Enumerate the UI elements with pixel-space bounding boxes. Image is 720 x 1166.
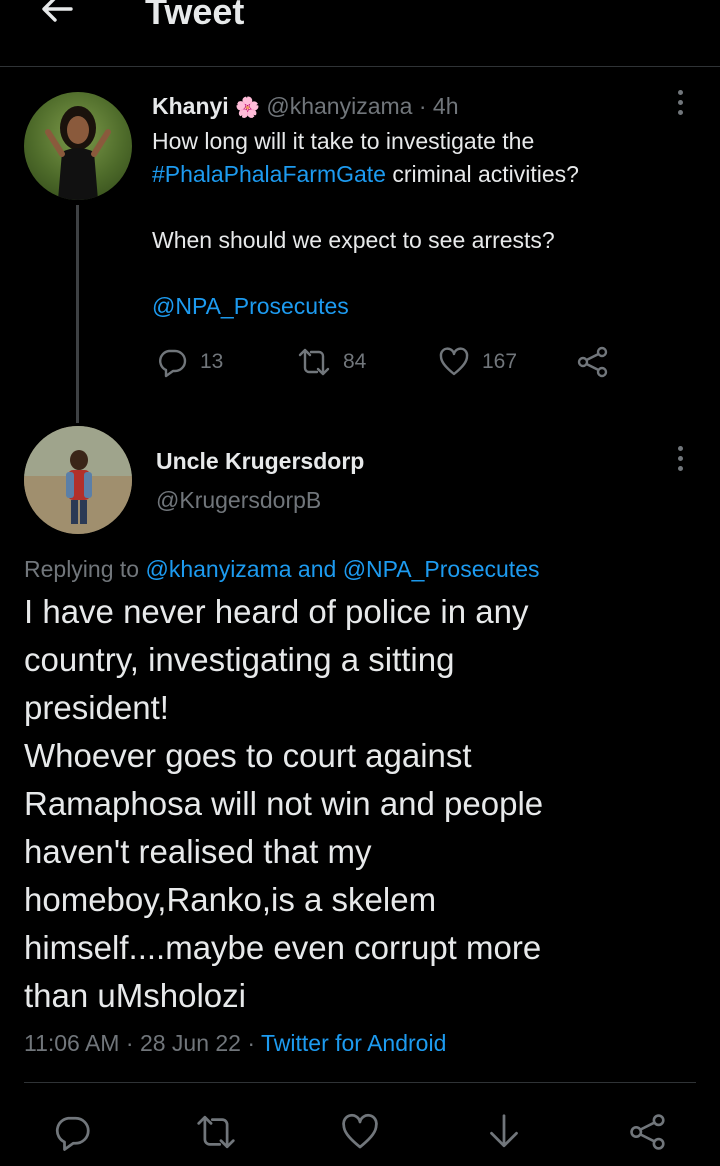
meta-separator: ·	[119, 1030, 140, 1056]
share-icon	[577, 346, 608, 378]
avatar-uncle-krugersdorp[interactable]	[24, 426, 132, 534]
top-bar: Tweet	[0, 0, 720, 67]
tweet-text-fragment: criminal activities?	[385, 161, 579, 187]
heart-icon	[439, 347, 469, 376]
author-name[interactable]: Khanyi	[152, 93, 229, 119]
author-name[interactable]: Uncle Krugersdorp	[156, 445, 364, 477]
more-dot-icon	[677, 455, 683, 461]
avatar-khanyi[interactable]	[24, 92, 132, 200]
more-dot-icon	[677, 445, 683, 451]
heart-icon	[342, 1113, 378, 1149]
tweet-text-line: How long will it take to investigate the	[152, 128, 535, 154]
tweet-time[interactable]: 4h	[433, 93, 459, 119]
reply-button[interactable]	[44, 1104, 100, 1160]
tweet-action-bar	[0, 1104, 720, 1160]
reply-count: 13	[200, 350, 224, 373]
tweet-time[interactable]: 11:06 AM	[24, 1030, 119, 1056]
profile-photo	[45, 106, 111, 200]
page-title: Tweet	[145, 0, 245, 32]
thread-connector-line	[76, 205, 79, 423]
meta-separator: ·	[240, 1030, 261, 1056]
retweet-icon	[298, 348, 330, 376]
more-dot-icon	[677, 109, 683, 115]
tweet-timestamp: 11:06 AM · 28 Jun 22 · Twitter for Andro…	[24, 1027, 446, 1059]
divider	[24, 1082, 696, 1083]
tweet-body: How long will it take to investigate the…	[152, 125, 672, 323]
tweet-text-line: #PhalaPhalaFarmGate criminal activities?	[152, 158, 672, 191]
bookmark-download-button[interactable]	[476, 1104, 532, 1160]
meta-separator: ·	[418, 93, 427, 119]
like-button[interactable]	[332, 1104, 388, 1160]
retweet-button[interactable]: 84	[297, 342, 366, 382]
author-handle[interactable]: @KrugersdorpB	[156, 484, 321, 516]
retweet-button[interactable]	[188, 1104, 244, 1160]
profile-photo	[24, 426, 132, 534]
author-handle[interactable]: @khanyizama	[266, 93, 412, 119]
mention-link[interactable]: @NPA_Prosecutes	[343, 556, 540, 582]
hashtag-link[interactable]: #PhalaPhalaFarmGate	[152, 161, 386, 187]
share-button[interactable]	[576, 342, 610, 382]
like-button[interactable]: 167	[438, 342, 517, 382]
mention-link[interactable]: @khanyizama	[145, 556, 291, 582]
flower-emoji: 🌸	[235, 97, 260, 119]
tweet-body: I have never heard of police in any coun…	[24, 593, 544, 1014]
tweet-text-line: When should we expect to see arrests?	[152, 227, 555, 253]
reply-button[interactable]: 13	[156, 342, 223, 382]
arrow-left-icon	[42, 0, 73, 22]
arrow-down-icon	[490, 1114, 518, 1148]
tweet-date[interactable]: 28 Jun 22	[140, 1030, 241, 1056]
retweet-count: 84	[343, 350, 367, 373]
more-dot-icon	[677, 465, 683, 471]
replying-to-line: Replying to @khanyizama and @NPA_Prosecu…	[24, 553, 539, 585]
reply-icon	[159, 349, 187, 378]
replying-and: and	[291, 556, 343, 582]
more-dot-icon	[677, 89, 683, 95]
reply-icon	[55, 1116, 90, 1151]
share-button[interactable]	[620, 1104, 676, 1160]
more-options-button[interactable]	[670, 84, 690, 120]
tweet-source-link[interactable]: Twitter for Android	[261, 1030, 446, 1056]
like-count: 167	[482, 350, 518, 373]
retweet-icon	[197, 1115, 235, 1149]
replying-prefix: Replying to	[24, 556, 146, 582]
more-options-button[interactable]	[670, 440, 690, 476]
tweet-author-row: Khanyi 🌸 @khanyizama · 4h	[152, 90, 459, 124]
mention-link[interactable]: @NPA_Prosecutes	[152, 293, 349, 319]
back-button[interactable]	[34, 0, 80, 32]
share-icon	[630, 1114, 665, 1150]
more-dot-icon	[677, 99, 683, 105]
